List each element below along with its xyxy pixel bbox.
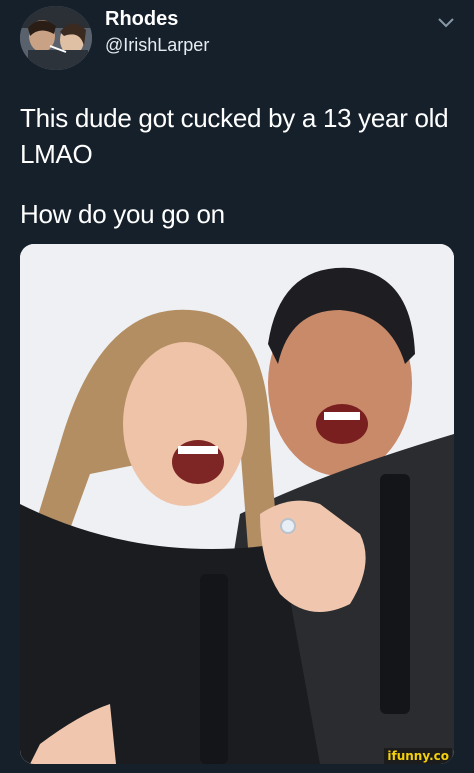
- avatar-image: [20, 6, 92, 70]
- tweet-text-line1: This dude got cucked by a 13 year old LM…: [20, 103, 449, 169]
- display-name[interactable]: Rhodes: [105, 8, 178, 31]
- tweet-header: Rhodes @IrishLarper: [0, 0, 474, 80]
- watermark: ifunny.co: [384, 748, 452, 764]
- user-handle[interactable]: @IrishLarper: [105, 35, 209, 56]
- chevron-down-icon[interactable]: [436, 16, 456, 30]
- photo-illustration: [20, 244, 454, 764]
- avatar[interactable]: [20, 6, 92, 70]
- tweet-photo[interactable]: ifunny.co: [20, 244, 454, 764]
- tweet-text-line2: How do you go on: [20, 199, 225, 229]
